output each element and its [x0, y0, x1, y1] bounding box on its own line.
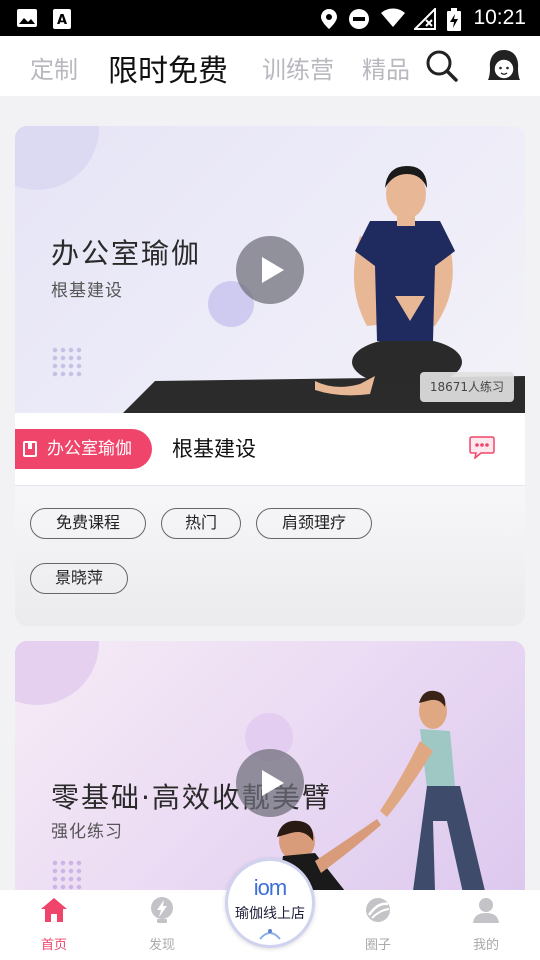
tag-free-course[interactable]: 免费课程	[30, 508, 146, 539]
play-button[interactable]	[236, 749, 304, 817]
status-bar: A 10:21	[0, 0, 540, 36]
course-title: 根基建设	[172, 437, 256, 461]
nav-circle-label: 圈子	[364, 938, 391, 953]
course-info: 办公室瑜伽 根基建设	[15, 413, 525, 485]
nav-circle[interactable]: 圈子	[333, 890, 423, 960]
signal-icon	[414, 8, 436, 30]
tab-limited-free[interactable]: 限时免费	[108, 46, 228, 90]
category-label: 办公室瑜伽	[47, 439, 132, 459]
circle-icon	[366, 898, 390, 922]
store-label: 瑜伽线上店	[235, 906, 305, 922]
nav-profile-label: 我的	[472, 938, 499, 953]
play-button[interactable]	[236, 236, 304, 304]
home-icon	[41, 898, 67, 922]
nav-profile[interactable]: 我的	[441, 890, 531, 960]
tab-custom[interactable]: 定制	[30, 50, 78, 85]
location-icon	[321, 9, 337, 29]
category-pill[interactable]: 办公室瑜伽	[15, 429, 152, 469]
course-card[interactable]: 办公室瑜伽 根基建设 18671人练习 办公室瑜伽 根基建设 免费课程 热门 肩…	[15, 126, 525, 626]
store-logo: iom	[253, 875, 287, 900]
status-time: 10:21	[473, 6, 526, 29]
svg-text:A: A	[57, 13, 67, 28]
image-icon	[17, 9, 37, 27]
course-banner[interactable]: 办公室瑜伽 根基建设 18671人练习	[15, 126, 525, 413]
discover-icon	[151, 897, 173, 923]
practice-count-badge: 18671人练习	[419, 372, 514, 402]
tab-premium[interactable]: 精品	[362, 50, 414, 85]
search-icon[interactable]	[424, 48, 460, 84]
wifi-icon	[381, 8, 405, 27]
tab-training-camp[interactable]: 训练营	[262, 50, 334, 85]
tag-list: 免费课程 热门 肩颈理疗 景晓萍	[15, 485, 525, 626]
tag-neck-therapy[interactable]: 肩颈理疗	[256, 508, 372, 539]
do-not-disturb-icon	[349, 9, 369, 29]
battery-charging-icon	[447, 8, 461, 31]
top-tab-bar: 定制 限时免费 训练营 精品	[0, 36, 540, 96]
book-icon	[23, 441, 37, 457]
font-icon: A	[53, 9, 71, 29]
nav-discover-label: 发现	[148, 938, 175, 953]
nav-home[interactable]: 首页	[9, 890, 99, 960]
online-store-button[interactable]: iom 瑜伽线上店	[225, 858, 315, 948]
tag-instructor[interactable]: 景晓萍	[30, 563, 128, 594]
comment-icon[interactable]	[469, 435, 495, 459]
avatar-icon[interactable]	[486, 48, 522, 84]
yoga-pose-icon	[259, 929, 281, 940]
nav-home-label: 首页	[40, 938, 67, 953]
nav-discover[interactable]: 发现	[117, 890, 207, 960]
tag-hot[interactable]: 热门	[161, 508, 241, 539]
profile-icon	[473, 898, 499, 923]
